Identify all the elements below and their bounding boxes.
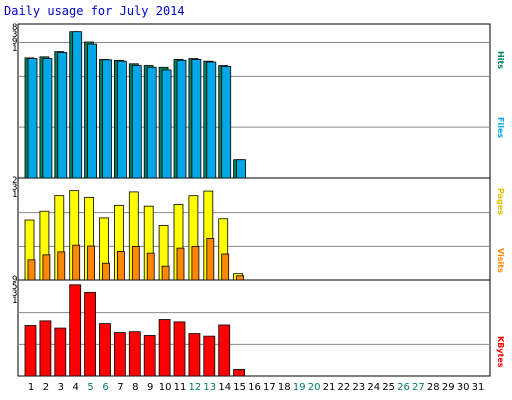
bar-kbytes-9 <box>143 335 156 377</box>
bar-kbytes-4 <box>69 284 82 377</box>
bar-files-11 <box>176 59 187 179</box>
bar-kbytes-13 <box>203 335 216 377</box>
bar-files-9 <box>146 66 157 179</box>
x-tick-label-7: 7 <box>117 382 123 393</box>
bar-visits-7 <box>117 251 125 281</box>
y-max-label-pages: 231 <box>12 176 17 200</box>
x-tick-label-17: 17 <box>263 382 276 393</box>
legend-pages: Pages <box>496 187 505 215</box>
bar-visits-3 <box>57 251 66 281</box>
bar-kbytes-8 <box>128 331 141 377</box>
bar-kbytes-11 <box>173 321 186 377</box>
y-max-label-hits: 8391 <box>12 23 17 54</box>
bar-visits-14 <box>221 253 230 281</box>
bars-layer <box>24 31 247 377</box>
bar-visits-12 <box>191 246 200 281</box>
bar-kbytes-2 <box>39 320 52 377</box>
bar-kbytes-1 <box>24 325 37 377</box>
x-tick-label-5: 5 <box>87 382 93 393</box>
bar-visits-2 <box>42 254 51 281</box>
x-tick-label-21: 21 <box>323 382 336 393</box>
bar-files-12 <box>191 59 202 179</box>
bar-files-13 <box>206 61 217 179</box>
legend-kbytes-label: KBytes <box>496 336 505 368</box>
x-tick-label-31: 31 <box>472 382 485 393</box>
x-tick-label-13: 13 <box>203 382 216 393</box>
bar-visits-10 <box>161 265 170 281</box>
legend-files: Files <box>496 117 505 139</box>
x-tick-label-30: 30 <box>457 382 470 393</box>
bar-visits-15 <box>236 275 245 281</box>
usage-chart: 8 3 9 12 3 15 3 191 2 3 4 5 6 7 8 9 10 11 12 13 14 15 16 17 18 19… <box>12 23 491 393</box>
bar-visits-11 <box>176 247 185 281</box>
y-min-label-pages: 9 <box>12 275 17 285</box>
bar-kbytes-5 <box>84 291 96 377</box>
bar-files-6 <box>102 59 112 179</box>
x-tick-label-3: 3 <box>58 382 64 393</box>
bar-kbytes-3 <box>54 327 67 377</box>
x-tick-label-12: 12 <box>189 382 202 393</box>
bar-files-15 <box>236 159 247 179</box>
x-tick-label-26: 26 <box>397 382 410 393</box>
y-max-label-kbytes: 531 <box>12 282 17 306</box>
bar-kbytes-7 <box>114 332 126 377</box>
x-tick-label-6: 6 <box>102 382 108 393</box>
bar-files-4 <box>72 31 83 179</box>
x-tick-label-29: 29 <box>442 382 455 393</box>
bar-visits-5 <box>87 245 95 281</box>
bar-files-14 <box>221 66 232 179</box>
x-tick-label-23: 23 <box>352 382 365 393</box>
legend-visits: Visits <box>496 247 505 273</box>
bar-kbytes-10 <box>158 319 171 377</box>
bar-visits-8 <box>131 246 140 281</box>
x-tick-label-11: 11 <box>174 382 187 393</box>
x-tick-label-10: 10 <box>159 382 172 393</box>
x-tick-label-20: 20 <box>308 382 321 393</box>
bar-files-1 <box>27 58 38 179</box>
legend-pages-visits: Pages Visits <box>496 176 510 276</box>
bar-visits-9 <box>146 252 155 281</box>
bar-visits-6 <box>102 262 110 281</box>
x-tick-label-18: 18 <box>278 382 291 393</box>
x-tick-label-15: 15 <box>233 382 246 393</box>
legend-hits: Hits <box>496 50 505 70</box>
bar-kbytes-6 <box>99 323 111 377</box>
x-tick-label-16: 16 <box>248 382 261 393</box>
x-tick-label-19: 19 <box>293 382 306 393</box>
bar-visits-13 <box>206 238 215 281</box>
bar-files-8 <box>131 65 142 179</box>
bar-files-10 <box>161 69 172 179</box>
x-tick-label-25: 25 <box>382 382 395 393</box>
bar-files-2 <box>42 58 53 179</box>
x-tick-label-1: 1 <box>28 382 34 393</box>
x-tick-label-9: 9 <box>147 382 153 393</box>
x-tick-label-24: 24 <box>367 382 380 393</box>
x-tick-label-8: 8 <box>132 382 138 393</box>
bar-visits-1 <box>27 259 36 281</box>
labels-layer: 8 3 9 12 3 15 3 191 2 3 4 5 6 7 8 9 10 11 12 13 14 15 16 17 18 19… <box>12 23 484 393</box>
x-tick-label-2: 2 <box>43 382 49 393</box>
legend-hits-files: Hits Files <box>496 30 510 170</box>
x-tick-label-14: 14 <box>218 382 231 393</box>
legend-kbytes: KBytes <box>496 330 510 380</box>
x-tick-label-22: 22 <box>338 382 351 393</box>
bar-files-3 <box>57 52 68 179</box>
x-tick-label-4: 4 <box>73 382 79 393</box>
bar-kbytes-14 <box>218 324 231 377</box>
bar-files-7 <box>117 60 127 179</box>
bar-kbytes-12 <box>188 333 201 377</box>
bar-files-5 <box>87 43 97 179</box>
bar-kbytes-15 <box>233 369 246 377</box>
x-tick-label-27: 27 <box>412 382 425 393</box>
x-tick-label-28: 28 <box>427 382 440 393</box>
bar-visits-4 <box>72 244 81 281</box>
